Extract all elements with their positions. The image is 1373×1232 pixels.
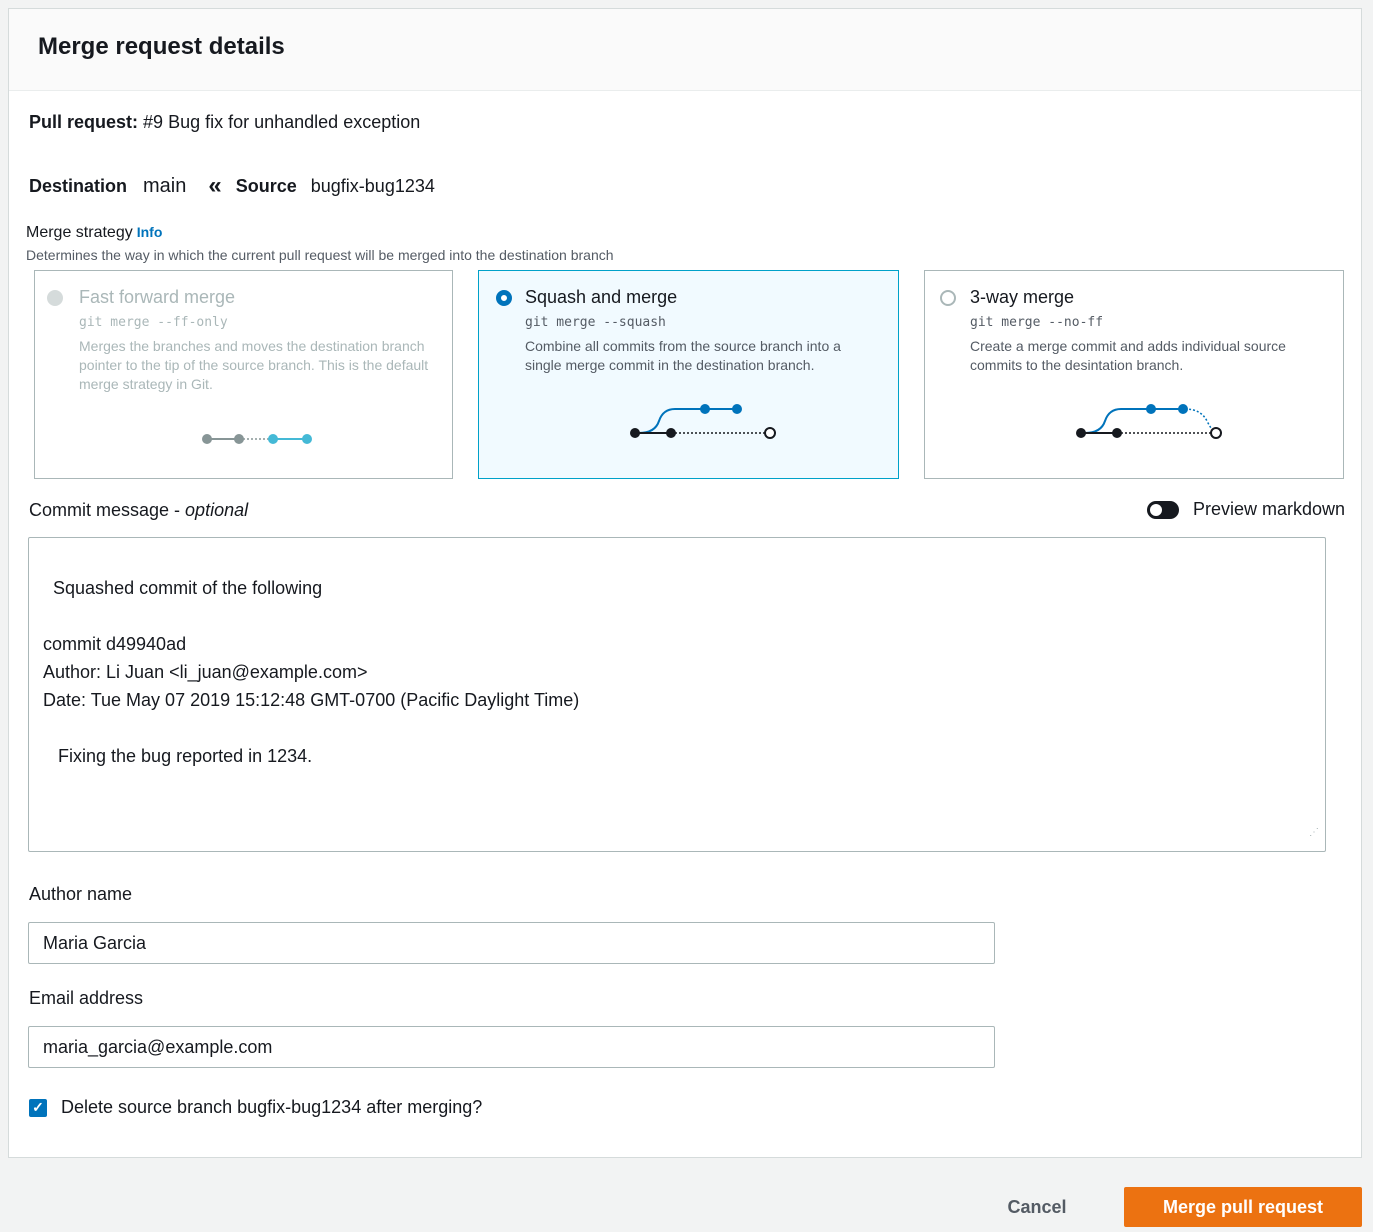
merge-strategy-label-text: Merge strategy — [26, 224, 133, 241]
strategy-code: git merge --squash — [525, 315, 666, 330]
author-name-value: Maria Garcia — [43, 932, 147, 953]
source-label: Source — [235, 175, 297, 196]
email-address-label: Email address — [29, 988, 144, 1008]
source-branch: bugfix-bug1234 — [310, 175, 435, 196]
double-chevron-left-icon: « — [208, 172, 222, 199]
label-separator: - — [169, 500, 186, 520]
panel-header: Merge request details — [9, 9, 1361, 91]
delete-branch-label: Delete source branch bugfix-bug1234 afte… — [61, 1097, 483, 1117]
pull-request-row: Pull request: #9 Bug fix for unhandled e… — [29, 112, 420, 133]
resize-handle-icon[interactable]: ⋰ — [1309, 819, 1319, 847]
merge-strategy-label: Merge strategy Info — [26, 224, 162, 242]
check-icon[interactable]: ✓ — [29, 1098, 47, 1117]
optional-tag: optional — [185, 500, 249, 520]
commit-message-text: Squashed commit of the following commit … — [43, 578, 580, 766]
delete-branch-option[interactable]: ✓ Delete source branch bugfix-bug1234 af… — [29, 1097, 482, 1118]
pull-request-label: Pull request: — [29, 112, 139, 132]
cancel-button[interactable]: Cancel — [990, 1187, 1084, 1227]
author-name-label: Author name — [29, 884, 133, 904]
radio-fast-forward[interactable] — [47, 290, 63, 306]
strategy-card-squash[interactable]: Squash and merge git merge --squash Comb… — [478, 270, 899, 479]
panel-title: Merge request details — [38, 33, 285, 60]
strategy-description: Combine all commits from the source bran… — [525, 338, 841, 373]
branches-row: Destination main « Source bugfix-bug1234 — [29, 174, 435, 198]
fast-forward-diagram-icon — [202, 434, 312, 444]
three-way-diagram-icon — [1076, 404, 1222, 439]
strategy-title: 3-way merge — [970, 287, 1075, 307]
merge-strategy-description: Determines the way in which the current … — [26, 247, 614, 263]
email-address-input[interactable]: maria_garcia@example.com — [28, 1026, 995, 1068]
squash-diagram-icon — [630, 404, 776, 439]
radio-three-way[interactable] — [940, 290, 956, 306]
strategy-code: git merge --ff-only — [79, 315, 228, 330]
destination-branch: main — [143, 174, 187, 197]
strategy-title: Squash and merge — [525, 287, 678, 307]
email-address-value: maria_garcia@example.com — [43, 1036, 273, 1057]
radio-squash[interactable] — [496, 290, 512, 306]
strategy-description: Create a merge commit and adds individua… — [970, 338, 1286, 373]
destination-label: Destination — [29, 175, 128, 196]
pull-request-value: #9 Bug fix for unhandled exception — [143, 112, 421, 132]
strategy-card-three-way[interactable]: 3-way merge git merge --no-ff Create a m… — [924, 270, 1344, 479]
strategy-code: git merge --no-ff — [970, 315, 1104, 330]
toggle-off-icon[interactable] — [1146, 500, 1179, 519]
preview-markdown-toggle[interactable]: Preview markdown — [1146, 499, 1345, 520]
commit-message-label-text: Commit message — [29, 500, 170, 520]
commit-message-label: Commit message - optional — [29, 500, 248, 521]
preview-markdown-label: Preview markdown — [1192, 499, 1345, 519]
author-name-input[interactable]: Maria Garcia — [28, 922, 995, 964]
strategy-description: Merges the branches and moves the destin… — [79, 338, 429, 392]
strategy-card-fast-forward[interactable]: Fast forward merge git merge --ff-only M… — [34, 270, 453, 479]
merge-pull-request-button[interactable]: Merge pull request — [1124, 1187, 1362, 1227]
info-link[interactable]: Info — [137, 224, 163, 240]
strategy-title: Fast forward merge — [79, 287, 236, 307]
commit-message-textarea[interactable]: Squashed commit of the following commit … — [28, 537, 1326, 852]
